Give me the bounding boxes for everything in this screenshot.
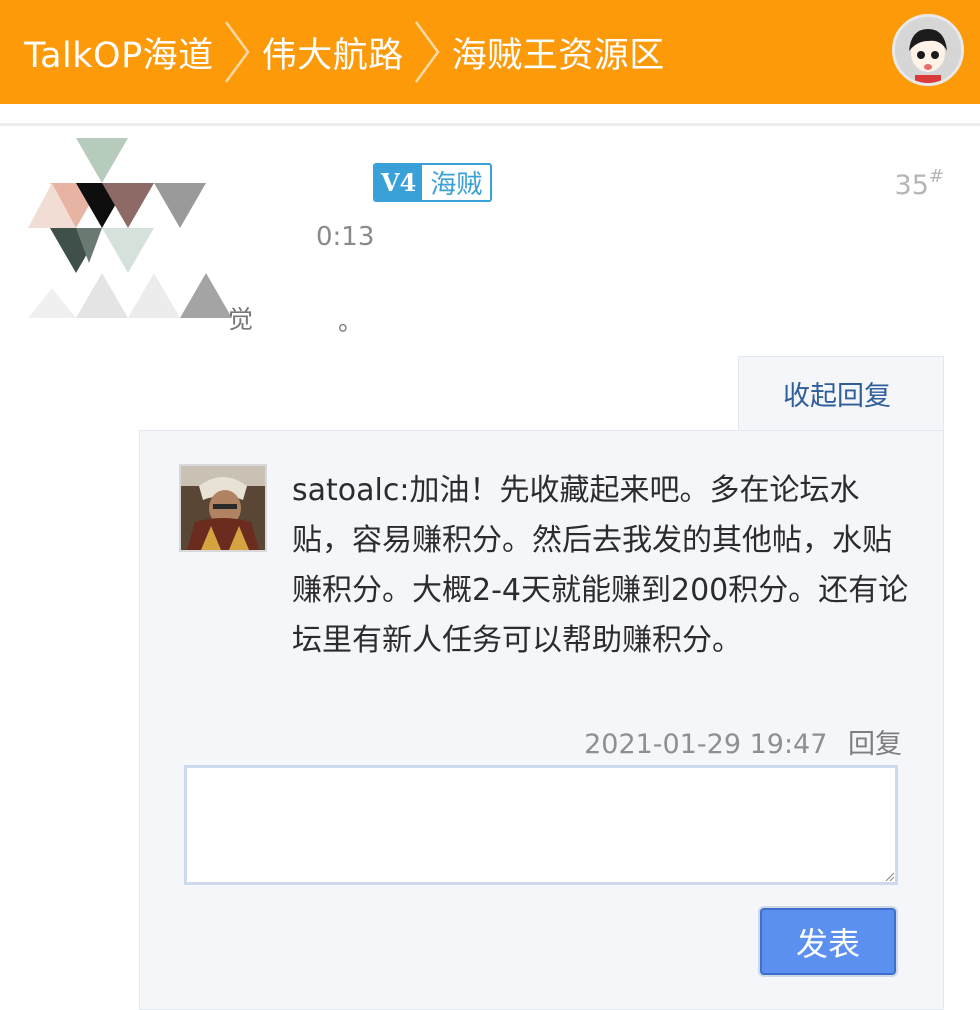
reply-timestamp: 2021-01-29 19:47 — [584, 729, 828, 760]
user-level-badge: V4 海贼 — [373, 163, 493, 202]
breadcrumb-home[interactable]: TalkOP海道 — [24, 27, 214, 78]
submit-button[interactable]: 发表 — [760, 908, 896, 975]
cartoon-avatar-icon — [895, 17, 961, 83]
pixelated-avatar — [28, 138, 232, 318]
post-text-fragment: 。 — [338, 307, 364, 336]
reply-input[interactable] — [184, 765, 898, 885]
floor-mark: # — [928, 166, 944, 187]
resize-grip-icon[interactable] — [884, 871, 894, 881]
floor-number: 35# — [895, 166, 944, 201]
reply-button[interactable]: 回复 — [848, 729, 902, 760]
post-text-fragment: 觉 — [228, 305, 254, 334]
reply-author-link[interactable]: satoalc — [292, 473, 399, 508]
pirate-avatar-icon — [181, 466, 265, 550]
top-nav-bar: TalkOP海道 伟大航路 海贼王资源区 — [0, 0, 980, 104]
breadcrumb-forum[interactable]: 海贼王资源区 — [452, 27, 665, 78]
reply-meta: 2021-01-29 19:47 回复 — [584, 722, 902, 761]
level-icon: V4 — [375, 165, 423, 200]
user-avatar[interactable] — [892, 14, 964, 86]
level-rank: 海贼 — [422, 165, 491, 200]
chevron-right-icon — [220, 16, 254, 88]
breadcrumb-section[interactable]: 伟大航路 — [262, 27, 404, 78]
reply-content: satoalc:加油！先收藏起来吧。多在论坛水贴，容易赚积分。然后去我发的其他帖… — [292, 466, 917, 666]
header-divider — [0, 123, 980, 126]
floor-value: 35 — [894, 170, 929, 201]
reply-avatar[interactable] — [179, 464, 267, 552]
post-time: 0:13 — [316, 222, 375, 252]
breadcrumb: TalkOP海道 伟大航路 海贼王资源区 — [24, 16, 665, 88]
collapse-replies-link[interactable]: 收起回复 — [783, 374, 891, 413]
chevron-right-icon — [410, 16, 444, 88]
